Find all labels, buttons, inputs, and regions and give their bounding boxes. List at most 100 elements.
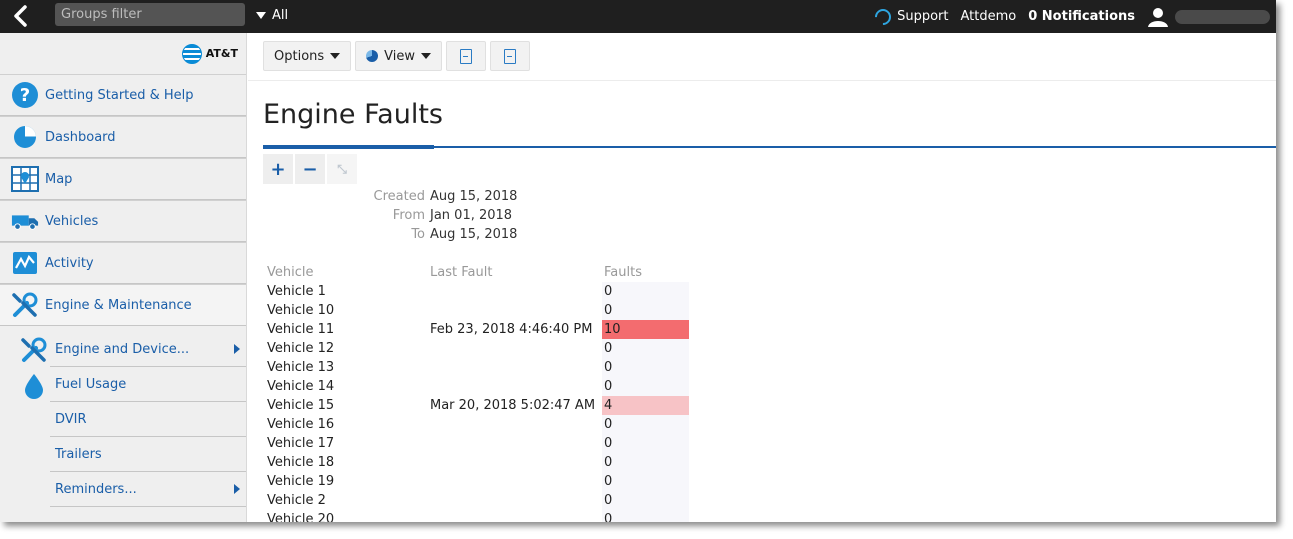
collapse-all-button[interactable]: − [295, 154, 325, 184]
sidebar-item-vehicles[interactable]: Vehicles [0, 200, 246, 242]
export-excel-button[interactable] [490, 41, 531, 71]
notifications-link[interactable]: 0 Notifications [1028, 9, 1135, 24]
meta-value: Jan 01, 2018 [430, 208, 513, 223]
faults-cell: 0 [602, 282, 689, 301]
faults-cell: 4 [602, 396, 689, 415]
table-row[interactable]: Vehicle 17 0 [267, 434, 689, 453]
vehicle-cell: Vehicle 19 [267, 474, 335, 489]
support-link[interactable]: Support [871, 5, 949, 28]
collapse-arrows-icon: ⤡ [337, 161, 347, 176]
user-avatar-icon[interactable] [1147, 6, 1169, 28]
chevron-right-icon [234, 484, 240, 494]
table-row[interactable]: Vehicle 16 0 [267, 415, 689, 434]
table-row[interactable]: Vehicle 15 Mar 20, 2018 5:02:47 AM 4 [267, 396, 689, 415]
brand-logo: AT&T [0, 33, 246, 74]
faults-cell: 0 [602, 510, 689, 522]
dashboard-icon [11, 123, 39, 151]
sidebar-item-dashboard[interactable]: Dashboard [0, 116, 246, 158]
faults-cell: 10 [602, 320, 689, 339]
group-select[interactable]: All [256, 8, 288, 23]
faults-cell: 0 [602, 358, 689, 377]
meta-from: From Jan 01, 2018 [363, 206, 517, 225]
faults-cell: 0 [602, 453, 689, 472]
last-fault-cell: Mar 20, 2018 5:02:47 AM [430, 398, 596, 413]
document-export-icon [460, 48, 473, 64]
sidebar-item-label: Map [45, 171, 73, 187]
engine-faults-table: Vehicle Last Fault Faults Vehicle 1 0 Vehi… [267, 263, 689, 522]
faults-cell: 0 [602, 339, 689, 358]
meta-value: Aug 15, 2018 [430, 189, 518, 204]
vehicle-cell: Vehicle 12 [267, 341, 335, 356]
user-name-link[interactable]: Attdemo [961, 9, 1017, 24]
sidebar-item-engine-maintenance[interactable]: Engine & Maintenance [0, 284, 246, 326]
table-row[interactable]: Vehicle 14 0 [267, 377, 689, 396]
report-toolbar: Options View [263, 41, 531, 71]
top-bar: All Support Attdemo 0 Notifications [0, 0, 1276, 33]
support-icon [871, 5, 895, 28]
toolbar-divider [248, 80, 1276, 81]
vehicle-cell: Vehicle 13 [267, 360, 335, 375]
sidebar-item-label: Vehicles [45, 213, 99, 229]
table-row[interactable]: Vehicle 19 0 [267, 472, 689, 491]
sidebar-subitem-trailers[interactable]: Trailers [50, 437, 246, 472]
sidebar-subitem-fuel-usage[interactable]: Fuel Usage [25, 367, 246, 402]
view-button[interactable]: View [355, 41, 443, 71]
table-row[interactable]: Vehicle 11 Feb 23, 2018 4:46:40 PM 10 [267, 320, 689, 339]
back-button[interactable] [8, 4, 34, 28]
table-row[interactable]: Vehicle 18 0 [267, 453, 689, 472]
view-pie-icon [366, 50, 379, 62]
table-row[interactable]: Vehicle 13 0 [267, 358, 689, 377]
table-row[interactable]: Vehicle 20 0 [267, 510, 689, 522]
sidebar-item-activity[interactable]: Activity [0, 242, 246, 284]
meta-label: From [392, 208, 425, 223]
help-icon: ? [11, 81, 39, 109]
sidebar-subitem-label: DVIR [55, 411, 87, 427]
column-header-vehicle[interactable]: Vehicle [267, 265, 430, 280]
caret-down-icon [256, 12, 266, 19]
fit-button[interactable]: ⤡ [327, 154, 357, 184]
wrench-icon [11, 291, 39, 319]
vehicle-cell: Vehicle 1 [267, 284, 326, 299]
sidebar-subitem-dvir[interactable]: DVIR [50, 402, 246, 437]
faults-cell: 0 [602, 434, 689, 453]
groups-filter-input[interactable] [55, 3, 245, 26]
faults-cell: 0 [602, 472, 689, 491]
meta-label: To [411, 227, 425, 242]
table-header: Vehicle Last Fault Faults [267, 263, 689, 282]
activity-icon [11, 249, 39, 277]
sidebar-item-getting-started[interactable]: ? Getting Started & Help [0, 74, 246, 116]
table-body: Vehicle 1 0 Vehicle 10 0 Vehicle 11 Feb 23, 2… [267, 282, 689, 522]
sidebar-subitem-engine-device[interactable]: Engine and Device... [21, 332, 246, 367]
sidebar-subitem-reminders[interactable]: Reminders... [50, 472, 246, 507]
column-header-faults[interactable]: Faults [602, 263, 689, 282]
sidebar-item-map[interactable]: Map [0, 158, 246, 200]
wrench-icon [21, 337, 47, 362]
vehicle-cell: Vehicle 10 [267, 303, 335, 318]
options-label: Options [274, 48, 325, 64]
caret-down-icon [421, 53, 432, 59]
meta-label: Created [373, 189, 425, 204]
table-row[interactable]: Vehicle 2 0 [267, 491, 689, 510]
expand-all-button[interactable]: + [263, 154, 293, 184]
map-icon [11, 165, 39, 193]
table-row[interactable]: Vehicle 10 0 [267, 301, 689, 320]
options-button[interactable]: Options [263, 41, 352, 71]
plus-icon: + [270, 158, 286, 180]
table-controls: + − ⤡ [263, 154, 357, 184]
table-row[interactable]: Vehicle 12 0 [267, 339, 689, 358]
sidebar-item-label: Dashboard [45, 129, 116, 145]
brand-logo-text: AT&T [205, 47, 238, 60]
export-button[interactable] [446, 41, 487, 71]
sidebar-subitem-label: Fuel Usage [55, 376, 127, 392]
att-globe-icon [181, 43, 202, 64]
group-select-value: All [272, 8, 289, 23]
title-underline [263, 145, 434, 149]
vehicle-cell: Vehicle 15 [267, 398, 335, 413]
table-row[interactable]: Vehicle 1 0 [267, 282, 689, 301]
chevron-left-icon [14, 5, 27, 27]
faults-cell: 0 [602, 491, 689, 510]
last-fault-cell: Feb 23, 2018 4:46:40 PM [430, 322, 593, 337]
column-header-last-fault[interactable]: Last Fault [430, 265, 602, 280]
spreadsheet-export-icon [504, 48, 517, 64]
user-email-redacted [1175, 9, 1270, 24]
